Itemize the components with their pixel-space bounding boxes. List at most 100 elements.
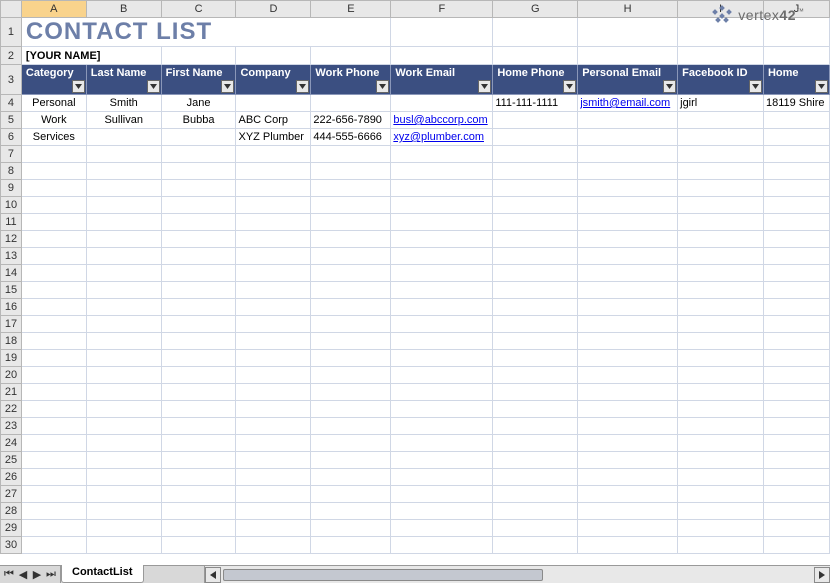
cell[interactable] [763,146,829,163]
cell[interactable] [86,197,161,214]
cell[interactable] [678,367,764,384]
cell[interactable] [311,214,391,231]
cell[interactable] [578,18,678,47]
data-cell[interactable] [578,112,678,129]
cell[interactable] [161,333,236,350]
title-cell[interactable]: CONTACT LIST [21,18,311,47]
table-header[interactable]: Work Email [391,65,493,95]
table-header[interactable]: Personal Email [578,65,678,95]
cell[interactable] [21,452,86,469]
table-header[interactable]: Facebook ID [678,65,764,95]
tab-nav-prev[interactable]: ◀ [18,568,28,581]
cell[interactable] [86,163,161,180]
cell[interactable] [763,452,829,469]
column-header-B[interactable]: B [86,1,161,18]
cell[interactable] [311,537,391,554]
cell[interactable] [678,146,764,163]
row-header[interactable]: 4 [1,95,22,112]
cell[interactable] [391,503,493,520]
cell[interactable] [311,520,391,537]
cell[interactable] [86,537,161,554]
cell[interactable] [493,503,578,520]
cell[interactable] [493,452,578,469]
cell[interactable] [391,401,493,418]
cell[interactable] [86,520,161,537]
data-cell[interactable] [678,129,764,146]
tab-nav-next[interactable]: ▶ [32,568,42,581]
cell[interactable] [236,503,311,520]
cell[interactable] [578,469,678,486]
cell[interactable] [678,486,764,503]
row-header[interactable]: 10 [1,197,22,214]
cell[interactable] [493,316,578,333]
data-cell[interactable]: 111-111-1111 [493,95,578,112]
cell[interactable] [86,248,161,265]
cell[interactable] [311,469,391,486]
email-link[interactable]: xyz@plumber.com [393,131,484,143]
cell[interactable] [678,316,764,333]
filter-dropdown-icon[interactable] [815,80,828,93]
cell[interactable] [391,350,493,367]
data-cell[interactable]: Jane [161,95,236,112]
scroll-track[interactable] [221,568,815,582]
cell[interactable] [493,146,578,163]
data-cell[interactable]: busl@abccorp.com [391,112,493,129]
horizontal-scrollbar[interactable] [204,566,830,583]
cell[interactable] [236,180,311,197]
cell[interactable] [578,486,678,503]
cell[interactable] [678,47,764,65]
cell[interactable] [161,214,236,231]
cell[interactable] [391,520,493,537]
cell[interactable] [86,486,161,503]
filter-dropdown-icon[interactable] [296,80,309,93]
cell[interactable] [578,316,678,333]
cell[interactable] [493,18,578,47]
cell[interactable] [161,350,236,367]
cell[interactable] [21,146,86,163]
cell[interactable] [578,163,678,180]
cell[interactable] [578,503,678,520]
filter-dropdown-icon[interactable] [72,80,85,93]
filter-dropdown-icon[interactable] [376,80,389,93]
row-header[interactable]: 3 [1,65,22,95]
cell[interactable] [21,486,86,503]
cell[interactable] [161,537,236,554]
cell[interactable] [763,180,829,197]
cell[interactable] [578,435,678,452]
column-header-D[interactable]: D [236,1,311,18]
cell[interactable] [493,435,578,452]
cell[interactable] [678,537,764,554]
cell[interactable] [311,299,391,316]
cell[interactable] [493,214,578,231]
data-cell[interactable] [311,95,391,112]
cell[interactable] [493,418,578,435]
row-header[interactable]: 21 [1,384,22,401]
cell[interactable] [236,401,311,418]
cell[interactable] [678,231,764,248]
cell[interactable] [21,197,86,214]
table-header[interactable]: Home [763,65,829,95]
cell[interactable] [493,367,578,384]
column-header-A[interactable]: A [21,1,86,18]
data-cell[interactable] [578,129,678,146]
cell[interactable] [493,486,578,503]
data-cell[interactable] [86,129,161,146]
cell[interactable] [763,401,829,418]
cell[interactable] [161,469,236,486]
cell[interactable] [21,537,86,554]
table-header[interactable]: Work Phone [311,65,391,95]
row-header[interactable]: 17 [1,316,22,333]
cell[interactable] [236,214,311,231]
spreadsheet-grid[interactable]: ABCDEFGHIJ 1CONTACT LIST2[YOUR NAME]3Cat… [0,0,830,565]
cell[interactable] [678,520,764,537]
cell[interactable] [578,537,678,554]
cell[interactable] [86,367,161,384]
cell[interactable] [391,18,493,47]
row-header[interactable]: 29 [1,520,22,537]
cell[interactable] [21,299,86,316]
cell[interactable] [311,452,391,469]
cell[interactable] [391,180,493,197]
cell[interactable] [86,282,161,299]
cell[interactable] [21,350,86,367]
row-header[interactable]: 8 [1,163,22,180]
